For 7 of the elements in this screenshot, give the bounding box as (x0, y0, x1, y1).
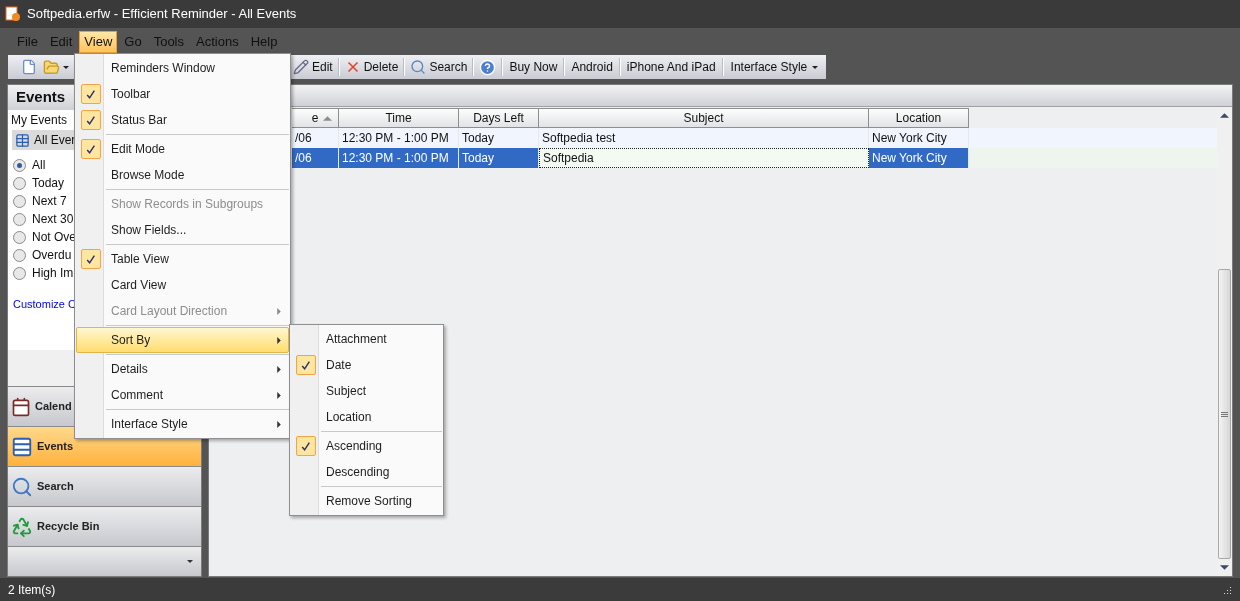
item-count: 2 Item(s) (8, 581, 56, 599)
table-cell: Today (459, 148, 539, 168)
table-cell: /06 (292, 148, 339, 168)
table-cell: 12:30 PM - 1:00 PM (339, 148, 459, 168)
table-cell: Softpedia (539, 148, 869, 168)
window-title: Softpedia.erfw - Efficient Reminder - All Events (27, 5, 297, 24)
table-cell: New York City (869, 148, 969, 168)
